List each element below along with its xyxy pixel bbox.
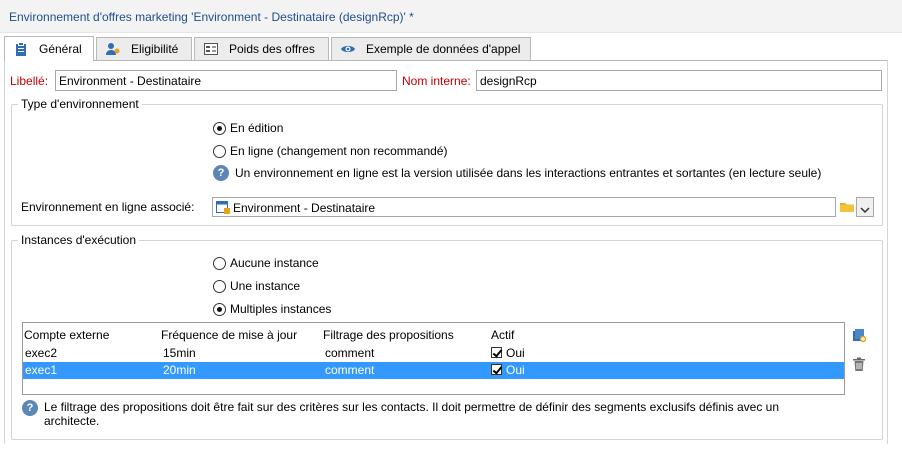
instances-table[interactable]: Compte externe Fréquence de mise à jour … [22,322,845,395]
env-ligne-associe-label: Environnement en ligne associé: [21,200,195,214]
tab-eligibilite[interactable]: Eligibilité [96,37,192,60]
actif-checkbox[interactable] [491,364,502,375]
radio-une-instance-label: Une instance [230,279,301,293]
env-ligne-associe-field[interactable]: Environment - Destinataire [212,197,836,217]
cell-compte: exec1 [25,363,58,377]
radio-en-ligne-label: En ligne (changement non recommandé) [230,144,448,158]
cell-compte: exec2 [25,346,58,360]
radio-une-instance[interactable]: Une instance [213,279,300,293]
weights-icon [203,41,219,57]
cell-filtrage: comment [325,363,375,377]
radio-multiples-instances[interactable]: Multiples instances [213,302,331,316]
tab-general-label: Général [39,42,82,56]
radio-en-edition[interactable]: En édition [213,121,283,135]
col-header-filtrage[interactable]: Filtrage des propositions [323,328,454,342]
type-env-info: ? Un environnement en ligne est la versi… [213,165,821,181]
radio-aucune-instance[interactable]: Aucune instance [213,256,319,270]
radio-multiples-instances-label: Multiples instances [230,302,332,316]
chevron-down-icon [860,203,870,217]
tab-general[interactable]: Général [4,36,94,61]
cell-frequence: 20min [163,363,196,377]
radio-en-edition-dot [213,121,226,135]
tab-exemple-donnees-label: Exemple de données d'appel [366,42,521,56]
radio-une-instance-dot [213,279,226,293]
instances-execution-title: Instances d'exécution [18,233,140,247]
window-titlebar: Environnement d'offres marketing 'Enviro… [0,0,902,33]
clipboard-icon [13,41,29,57]
type-environnement-title: Type d'environnement [18,97,142,111]
tab-eligibilite-label: Eligibilité [131,42,179,56]
actif-checkbox[interactable] [491,347,502,358]
libelle-label: Libellé: [10,74,49,88]
cell-frequence: 15min [163,346,196,360]
radio-multiples-instances-dot [213,302,226,316]
table-row[interactable]: exec2 15min comment Oui [23,345,844,362]
nom-interne-field[interactable] [476,70,882,91]
radio-en-ligne-dot [213,144,226,158]
users-icon [105,41,121,57]
instances-info: ? Le filtrage des propositions doit être… [22,400,782,428]
cell-actif: Oui [506,363,525,377]
instances-info-text: Le filtrage des propositions doit être f… [44,400,780,428]
trash-icon[interactable] [851,356,867,375]
col-header-frequence[interactable]: Fréquence de mise à jour [161,328,297,342]
tab-exemple-donnees[interactable]: Exemple de données d'appel [331,37,531,60]
eye-icon [340,41,356,57]
help-icon: ? [213,165,229,181]
radio-aucune-instance-dot [213,256,226,270]
type-env-info-text: Un environnement en ligne est la version… [235,166,822,180]
col-header-actif[interactable]: Actif [491,328,514,342]
cell-filtrage: comment [325,346,375,360]
window-title: Environnement d'offres marketing 'Enviro… [9,10,414,24]
radio-en-edition-label: En édition [230,121,284,135]
table-row-selected[interactable]: exec1 20min comment Oui [23,362,844,379]
environment-link-icon [215,199,231,218]
libelle-field[interactable] [55,70,397,91]
radio-en-ligne[interactable]: En ligne (changement non recommandé) [213,144,447,158]
env-ligne-associe-value: Environment - Destinataire [233,201,376,215]
env-ligne-dropdown-button[interactable] [856,197,874,217]
tab-poids-offres[interactable]: Poids des offres [194,37,329,60]
folder-icon[interactable] [839,199,855,218]
radio-aucune-instance-label: Aucune instance [230,256,319,270]
help-icon: ? [22,400,38,416]
tab-poids-offres-label: Poids des offres [229,42,315,56]
add-instance-icon[interactable] [851,327,867,346]
cell-actif: Oui [506,346,525,360]
col-header-compte[interactable]: Compte externe [24,328,109,342]
nom-interne-label: Nom interne: [402,74,471,88]
